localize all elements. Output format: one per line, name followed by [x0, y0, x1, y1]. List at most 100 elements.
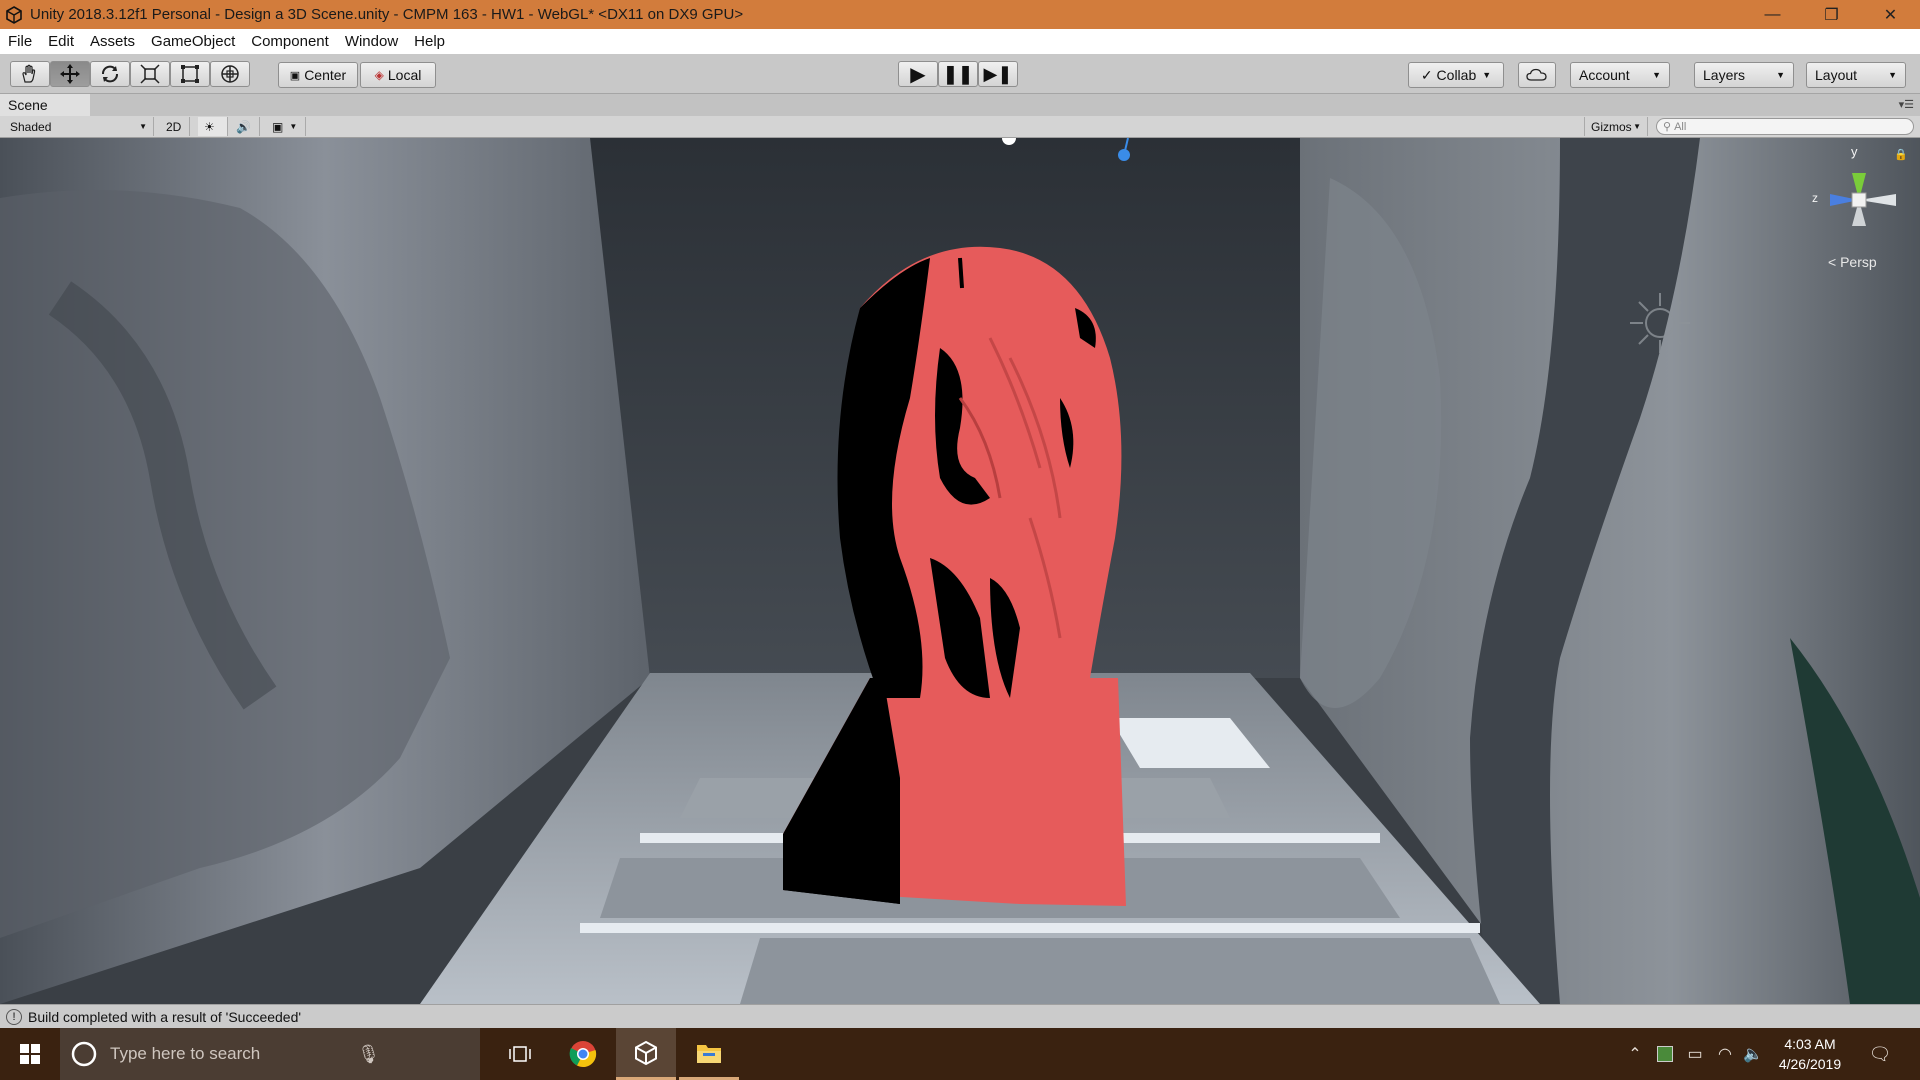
- panel-menu-icon[interactable]: ▾☰: [1899, 98, 1914, 111]
- gizmos-dropdown[interactable]: Gizmos ▼: [1584, 117, 1648, 136]
- shading-mode-dropdown[interactable]: Shaded ▼: [4, 117, 154, 136]
- play-button[interactable]: ▶: [898, 61, 938, 87]
- cloud-icon: [1526, 68, 1547, 81]
- unity-icon: [635, 1040, 657, 1065]
- cortana-circle-icon: [71, 1041, 97, 1067]
- task-view-button[interactable]: [490, 1028, 550, 1080]
- file-explorer-button[interactable]: [679, 1028, 739, 1080]
- layers-dropdown[interactable]: Layers ▼: [1694, 62, 1794, 88]
- axis-y-label: y: [1851, 144, 1858, 159]
- space-local-button[interactable]: ◈ Local: [360, 62, 436, 88]
- windows-logo-icon: [20, 1044, 40, 1064]
- scene-search-input[interactable]: ⚲ All: [1656, 118, 1914, 135]
- status-bar: ! Build completed with a result of 'Succ…: [0, 1004, 1920, 1028]
- microphone-icon[interactable]: 🎙: [357, 1044, 380, 1065]
- minimize-button[interactable]: —: [1743, 0, 1802, 29]
- layers-label: Layers: [1703, 67, 1746, 83]
- tray-app-icon[interactable]: [1650, 1028, 1680, 1080]
- move-arrows-icon: [60, 64, 80, 84]
- pivot-center-button[interactable]: ▣ Center: [278, 62, 358, 88]
- persp-arrow-icon: <: [1828, 254, 1837, 270]
- gizmos-label: Gizmos: [1591, 119, 1632, 134]
- scene-effects-dropdown[interactable]: ▣ ▼: [266, 117, 306, 136]
- pivot-icon: ▣: [289, 69, 301, 82]
- taskbar-clock[interactable]: 4:03 AM 4/26/2019: [1760, 1034, 1860, 1074]
- tray-expand-icon[interactable]: ⌃: [1620, 1028, 1650, 1080]
- collab-button[interactable]: ✓ Collab ▼: [1408, 62, 1504, 88]
- green-app-icon: [1657, 1046, 1673, 1062]
- scale-icon: [140, 64, 160, 84]
- wifi-icon[interactable]: ◠: [1710, 1028, 1740, 1080]
- menu-bar: File Edit Assets GameObject Component Wi…: [0, 29, 1920, 54]
- move-tool-button[interactable]: [50, 61, 90, 87]
- close-button[interactable]: ✕: [1861, 0, 1920, 29]
- space-label: Local: [387, 67, 422, 83]
- menu-help[interactable]: Help: [406, 29, 453, 54]
- menu-window[interactable]: Window: [337, 29, 406, 54]
- account-dropdown[interactable]: Account ▼: [1570, 62, 1670, 88]
- window-title: Unity 2018.3.12f1 Personal - Design a 3D…: [30, 6, 744, 23]
- dropdown-caret-icon: ▼: [1633, 122, 1641, 131]
- scene-toolbar: Shaded ▼ 2D ☀ 🔊 ▣ ▼ Gizmos ▼ ⚲ All: [0, 116, 1920, 138]
- pause-button[interactable]: ❚❚: [938, 61, 978, 87]
- notifications-icon[interactable]: 🗨: [1860, 1028, 1900, 1080]
- rotate-icon: [102, 65, 118, 83]
- scene-tab-bar: Scene ▾☰: [0, 94, 1920, 116]
- info-icon: !: [6, 1008, 22, 1025]
- account-label: Account: [1579, 67, 1630, 83]
- rotate-tool-button[interactable]: [90, 61, 130, 87]
- cloud-button[interactable]: [1518, 62, 1556, 88]
- menu-gameobject[interactable]: GameObject: [143, 29, 243, 54]
- scale-tool-button[interactable]: [130, 61, 170, 87]
- layout-dropdown[interactable]: Layout ▼: [1806, 62, 1906, 88]
- step-icon: ▶❚: [983, 63, 1013, 84]
- cube-icon: ◈: [374, 68, 384, 82]
- dropdown-caret-icon: ▼: [1652, 70, 1661, 80]
- tab-scene[interactable]: Scene: [0, 94, 90, 116]
- hand-tool-button[interactable]: [10, 61, 50, 87]
- window-title-bar: Unity 2018.3.12f1 Personal - Design a 3D…: [0, 0, 1920, 29]
- chrome-app-button[interactable]: [553, 1028, 613, 1080]
- start-button[interactable]: [0, 1028, 60, 1080]
- step-button[interactable]: ▶❚: [978, 61, 1018, 87]
- dropdown-caret-icon: ▼: [1482, 70, 1492, 80]
- speaker-icon: 🔊: [236, 119, 251, 134]
- rect-transform-icon: [181, 65, 199, 83]
- axis-z-label: z: [1812, 191, 1818, 205]
- scene-render: [0, 138, 1920, 1004]
- clock-time: 4:03 AM: [1784, 1036, 1836, 1052]
- sun-icon: ☀: [204, 119, 215, 134]
- menu-assets[interactable]: Assets: [82, 29, 143, 54]
- scene-search-placeholder: All: [1674, 120, 1687, 133]
- windows-taskbar: Type here to search 🎙 ⌃ ▭ ◠ 🔈 4:03 AM 4/…: [0, 1028, 1920, 1080]
- layout-label: Layout: [1815, 67, 1858, 83]
- scene-viewport[interactable]: y z 🔒 < Persp: [0, 138, 1920, 1004]
- image-icon: ▣: [272, 119, 284, 134]
- taskbar-search-box[interactable]: Type here to search 🎙: [60, 1028, 480, 1080]
- menu-edit[interactable]: Edit: [40, 29, 82, 54]
- scene-lighting-toggle[interactable]: ☀: [198, 117, 228, 136]
- combined-transform-icon: [221, 65, 239, 83]
- main-toolbar: ▣ Center ◈ Local ▶ ❚❚ ▶❚ ✓ Collab ▼ Acco…: [0, 54, 1920, 94]
- shading-mode-label: Shaded: [10, 119, 52, 134]
- dropdown-caret-icon: ▼: [139, 122, 147, 131]
- unity-logo-icon: [6, 5, 22, 24]
- menu-file[interactable]: File: [0, 29, 40, 54]
- menu-component[interactable]: Component: [243, 29, 337, 54]
- battery-icon[interactable]: ▭: [1680, 1028, 1710, 1080]
- clock-date: 4/26/2019: [1778, 1056, 1842, 1072]
- rect-tool-button[interactable]: [170, 61, 210, 87]
- mode-2d-label: 2D: [166, 119, 182, 134]
- pause-icon: ❚❚: [942, 63, 974, 84]
- transform-tool-button[interactable]: [210, 61, 250, 87]
- folder-icon: [697, 1044, 721, 1063]
- unity-app-button[interactable]: [616, 1028, 676, 1080]
- hand-icon: [22, 64, 36, 83]
- projection-toggle[interactable]: < Persp: [1828, 254, 1877, 270]
- mode-2d-toggle[interactable]: 2D: [160, 117, 190, 136]
- scene-audio-toggle[interactable]: 🔊: [230, 117, 260, 136]
- restore-button[interactable]: ❐: [1802, 0, 1861, 29]
- dropdown-caret-icon: ▼: [1888, 70, 1897, 80]
- lock-icon[interactable]: 🔒: [1894, 148, 1908, 161]
- status-message[interactable]: Build completed with a result of 'Succee…: [28, 1009, 301, 1025]
